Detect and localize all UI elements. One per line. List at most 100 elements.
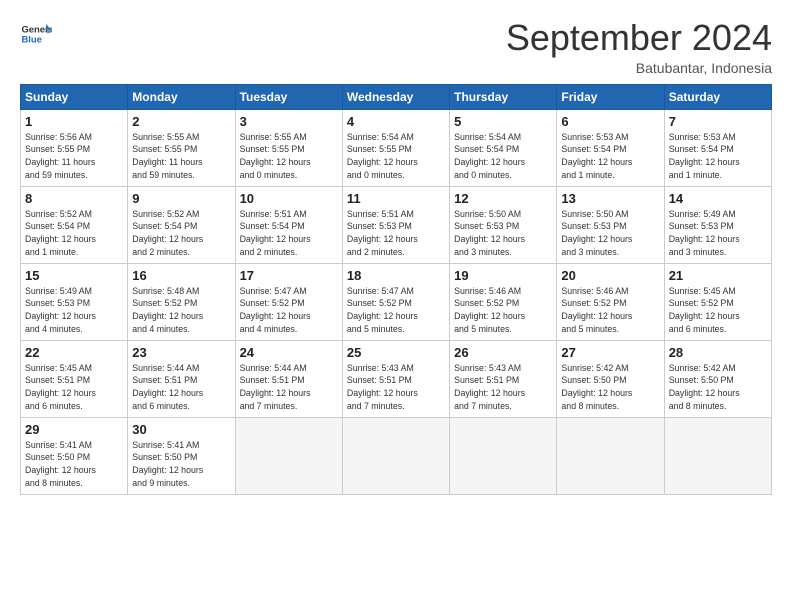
calendar-day-9: 9 Sunrise: 5:52 AM Sunset: 5:54 PM Daylig… [128, 186, 235, 263]
calendar-day-2: 2 Sunrise: 5:55 AM Sunset: 5:55 PM Daylig… [128, 109, 235, 186]
calendar-day-1: 1Sunrise: 5:56 AM Sunset: 5:55 PM Daylig… [21, 109, 128, 186]
calendar-day-25: 25Sunrise: 5:43 AM Sunset: 5:51 PM Dayli… [342, 340, 449, 417]
day-header-wednesday: Wednesday [342, 84, 449, 109]
calendar-day-16: 16 Sunrise: 5:48 AM Sunset: 5:52 PM Dayli… [128, 263, 235, 340]
calendar-day-7: 7Sunrise: 5:53 AM Sunset: 5:54 PM Daylig… [664, 109, 771, 186]
day-info: Sunrise: 5:47 AM Sunset: 5:52 PM Dayligh… [347, 285, 445, 336]
calendar-day-6: 6 Sunrise: 5:53 AM Sunset: 5:54 PM Daylig… [557, 109, 664, 186]
day-info: Sunrise: 5:52 AM Sunset: 5:54 PM Dayligh… [25, 208, 123, 259]
day-info: Sunrise: 5:49 AM Sunset: 5:53 PM Dayligh… [25, 285, 123, 336]
day-info: Sunrise: 5:45 AM Sunset: 5:52 PM Dayligh… [669, 285, 767, 336]
calendar-day-19: 19 Sunrise: 5:46 AM Sunset: 5:52 PM Dayli… [450, 263, 557, 340]
day-info: Sunrise: 5:52 AM Sunset: 5:54 PM Dayligh… [132, 208, 230, 259]
day-number: 6 [561, 114, 659, 129]
day-number: 14 [669, 191, 767, 206]
day-number: 3 [240, 114, 338, 129]
day-number: 28 [669, 345, 767, 360]
day-number: 26 [454, 345, 552, 360]
day-header-tuesday: Tuesday [235, 84, 342, 109]
calendar-day-12: 12 Sunrise: 5:50 AM Sunset: 5:53 PM Dayli… [450, 186, 557, 263]
day-number: 19 [454, 268, 552, 283]
day-info: Sunrise: 5:56 AM Sunset: 5:55 PM Dayligh… [25, 131, 123, 182]
day-number: 8 [25, 191, 123, 206]
day-info: Sunrise: 5:42 AM Sunset: 5:50 PM Dayligh… [669, 362, 767, 413]
day-info: Sunrise: 5:43 AM Sunset: 5:51 PM Dayligh… [347, 362, 445, 413]
day-number: 15 [25, 268, 123, 283]
calendar-day-4: 4 Sunrise: 5:54 AM Sunset: 5:55 PM Daylig… [342, 109, 449, 186]
calendar-day-26: 26 Sunrise: 5:43 AM Sunset: 5:51 PM Dayli… [450, 340, 557, 417]
calendar-day-29: 29 Sunrise: 5:41 AM Sunset: 5:50 PM Dayli… [21, 417, 128, 494]
calendar-day-11: 11Sunrise: 5:51 AM Sunset: 5:53 PM Dayli… [342, 186, 449, 263]
day-number: 30 [132, 422, 230, 437]
day-number: 7 [669, 114, 767, 129]
calendar-day-8: 8 Sunrise: 5:52 AM Sunset: 5:54 PM Daylig… [21, 186, 128, 263]
calendar-day-20: 20Sunrise: 5:46 AM Sunset: 5:52 PM Dayli… [557, 263, 664, 340]
calendar-day-24: 24 Sunrise: 5:44 AM Sunset: 5:51 PM Dayli… [235, 340, 342, 417]
day-number: 29 [25, 422, 123, 437]
empty-cell [235, 417, 342, 494]
day-number: 23 [132, 345, 230, 360]
day-number: 13 [561, 191, 659, 206]
empty-cell [557, 417, 664, 494]
calendar-week-2: 8 Sunrise: 5:52 AM Sunset: 5:54 PM Daylig… [21, 186, 772, 263]
day-number: 21 [669, 268, 767, 283]
day-info: Sunrise: 5:53 AM Sunset: 5:54 PM Dayligh… [561, 131, 659, 182]
day-number: 9 [132, 191, 230, 206]
day-number: 22 [25, 345, 123, 360]
calendar-week-3: 15 Sunrise: 5:49 AM Sunset: 5:53 PM Dayli… [21, 263, 772, 340]
day-info: Sunrise: 5:41 AM Sunset: 5:50 PM Dayligh… [25, 439, 123, 490]
calendar-week-4: 22 Sunrise: 5:45 AM Sunset: 5:51 PM Dayli… [21, 340, 772, 417]
day-header-thursday: Thursday [450, 84, 557, 109]
day-info: Sunrise: 5:43 AM Sunset: 5:51 PM Dayligh… [454, 362, 552, 413]
day-info: Sunrise: 5:45 AM Sunset: 5:51 PM Dayligh… [25, 362, 123, 413]
day-info: Sunrise: 5:42 AM Sunset: 5:50 PM Dayligh… [561, 362, 659, 413]
day-info: Sunrise: 5:51 AM Sunset: 5:53 PM Dayligh… [347, 208, 445, 259]
calendar-day-27: 27Sunrise: 5:42 AM Sunset: 5:50 PM Dayli… [557, 340, 664, 417]
empty-cell [450, 417, 557, 494]
day-info: Sunrise: 5:44 AM Sunset: 5:51 PM Dayligh… [132, 362, 230, 413]
day-number: 5 [454, 114, 552, 129]
calendar-day-3: 3Sunrise: 5:55 AM Sunset: 5:55 PM Daylig… [235, 109, 342, 186]
calendar-day-23: 23 Sunrise: 5:44 AM Sunset: 5:51 PM Dayli… [128, 340, 235, 417]
empty-cell [664, 417, 771, 494]
calendar-day-14: 14 Sunrise: 5:49 AM Sunset: 5:53 PM Dayli… [664, 186, 771, 263]
day-info: Sunrise: 5:44 AM Sunset: 5:51 PM Dayligh… [240, 362, 338, 413]
day-header-monday: Monday [128, 84, 235, 109]
day-info: Sunrise: 5:50 AM Sunset: 5:53 PM Dayligh… [454, 208, 552, 259]
empty-cell [342, 417, 449, 494]
day-info: Sunrise: 5:54 AM Sunset: 5:54 PM Dayligh… [454, 131, 552, 182]
day-number: 17 [240, 268, 338, 283]
day-info: Sunrise: 5:41 AM Sunset: 5:50 PM Dayligh… [132, 439, 230, 490]
day-number: 18 [347, 268, 445, 283]
day-info: Sunrise: 5:55 AM Sunset: 5:55 PM Dayligh… [132, 131, 230, 182]
day-info: Sunrise: 5:50 AM Sunset: 5:53 PM Dayligh… [561, 208, 659, 259]
calendar-week-5: 29 Sunrise: 5:41 AM Sunset: 5:50 PM Dayli… [21, 417, 772, 494]
day-number: 12 [454, 191, 552, 206]
calendar-day-5: 5 Sunrise: 5:54 AM Sunset: 5:54 PM Daylig… [450, 109, 557, 186]
page-title: September 2024 [506, 18, 772, 58]
day-info: Sunrise: 5:54 AM Sunset: 5:55 PM Dayligh… [347, 131, 445, 182]
day-header-friday: Friday [557, 84, 664, 109]
day-number: 16 [132, 268, 230, 283]
day-header-sunday: Sunday [21, 84, 128, 109]
day-number: 4 [347, 114, 445, 129]
day-info: Sunrise: 5:48 AM Sunset: 5:52 PM Dayligh… [132, 285, 230, 336]
calendar-day-18: 18 Sunrise: 5:47 AM Sunset: 5:52 PM Dayli… [342, 263, 449, 340]
logo: General Blue [20, 18, 52, 50]
day-info: Sunrise: 5:47 AM Sunset: 5:52 PM Dayligh… [240, 285, 338, 336]
calendar-day-22: 22 Sunrise: 5:45 AM Sunset: 5:51 PM Dayli… [21, 340, 128, 417]
calendar-header: SundayMondayTuesdayWednesdayThursdayFrid… [21, 84, 772, 109]
calendar-day-15: 15 Sunrise: 5:49 AM Sunset: 5:53 PM Dayli… [21, 263, 128, 340]
calendar-week-1: 1Sunrise: 5:56 AM Sunset: 5:55 PM Daylig… [21, 109, 772, 186]
day-number: 24 [240, 345, 338, 360]
day-info: Sunrise: 5:46 AM Sunset: 5:52 PM Dayligh… [454, 285, 552, 336]
day-number: 2 [132, 114, 230, 129]
day-number: 10 [240, 191, 338, 206]
calendar-day-17: 17 Sunrise: 5:47 AM Sunset: 5:52 PM Dayli… [235, 263, 342, 340]
calendar-day-21: 21 Sunrise: 5:45 AM Sunset: 5:52 PM Dayli… [664, 263, 771, 340]
day-info: Sunrise: 5:49 AM Sunset: 5:53 PM Dayligh… [669, 208, 767, 259]
day-number: 20 [561, 268, 659, 283]
calendar-day-10: 10 Sunrise: 5:51 AM Sunset: 5:54 PM Dayli… [235, 186, 342, 263]
page-subtitle: Batubantar, Indonesia [506, 60, 772, 76]
day-info: Sunrise: 5:51 AM Sunset: 5:54 PM Dayligh… [240, 208, 338, 259]
